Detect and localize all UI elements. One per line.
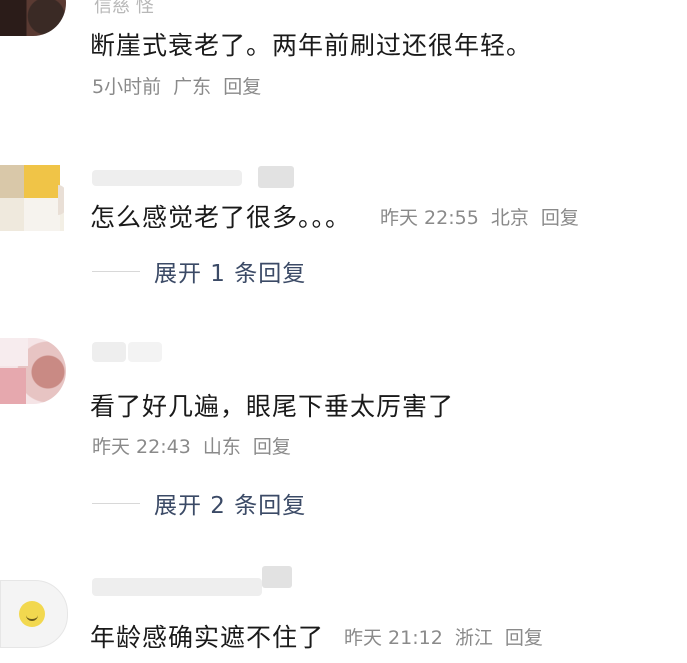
username-blurred[interactable] (92, 342, 126, 362)
comment-time: 昨天 22:43 (92, 436, 191, 458)
username-blurred (128, 342, 162, 362)
comment-time: 昨天 21:12 (344, 627, 443, 649)
comment-text: 怎么感觉老了很多。。。 (90, 203, 352, 232)
reply-button[interactable]: 回复 (505, 627, 543, 649)
comment-location: 浙江 (454, 627, 493, 649)
username-blurred[interactable] (92, 578, 262, 596)
expand-divider (92, 502, 140, 504)
username-blurred (258, 166, 294, 188)
comment-meta: 5小时前 广东 回复 (92, 72, 267, 99)
comment-text: 断崖式衰老了。两年前刷过还很年轻。 (90, 31, 533, 60)
reply-button[interactable]: 回复 (541, 207, 579, 229)
comment-feed: ‍信慈 怪 断崖式衰老了。两年前刷过还很年轻。 5小时前 广东 回复 怎么感觉老… (0, 0, 687, 663)
comment-meta: 昨天 22:55 北京 回复 (380, 203, 585, 230)
expand-divider (92, 270, 140, 272)
expand-replies-label: 展开 2 条回复 (154, 493, 307, 519)
comment-time: 昨天 22:55 (380, 207, 479, 229)
reply-button[interactable]: 回复 (223, 76, 261, 98)
username-blurred (262, 566, 292, 588)
username-partial[interactable]: ‍信慈 怪 (94, 0, 154, 18)
user-avatar[interactable] (0, 338, 66, 404)
expand-replies-button[interactable]: 展开 1 条回复 (92, 254, 306, 288)
comment-meta: 昨天 22:43 山东 回复 (92, 432, 297, 459)
comment-text: 年龄感确实遮不住了 (90, 623, 325, 652)
comment-meta: 昨天 21:12 浙江 回复 (344, 623, 549, 650)
user-avatar[interactable] (0, 580, 68, 648)
user-avatar[interactable] (0, 165, 64, 231)
smiley-face-icon (19, 601, 45, 627)
username-blurred[interactable] (92, 170, 242, 186)
reply-button[interactable]: 回复 (253, 436, 291, 458)
comment-location: 山东 (202, 436, 241, 458)
comment-location: 广东 (173, 76, 212, 98)
user-avatar[interactable] (0, 0, 66, 36)
comment-time: 5小时前 (92, 76, 162, 98)
expand-replies-button[interactable]: 展开 2 条回复 (92, 486, 306, 520)
expand-replies-label: 展开 1 条回复 (154, 261, 307, 287)
comment-location: 北京 (490, 207, 529, 229)
comment-text: 看了好几遍，眼尾下垂太厉害了 (90, 392, 455, 421)
